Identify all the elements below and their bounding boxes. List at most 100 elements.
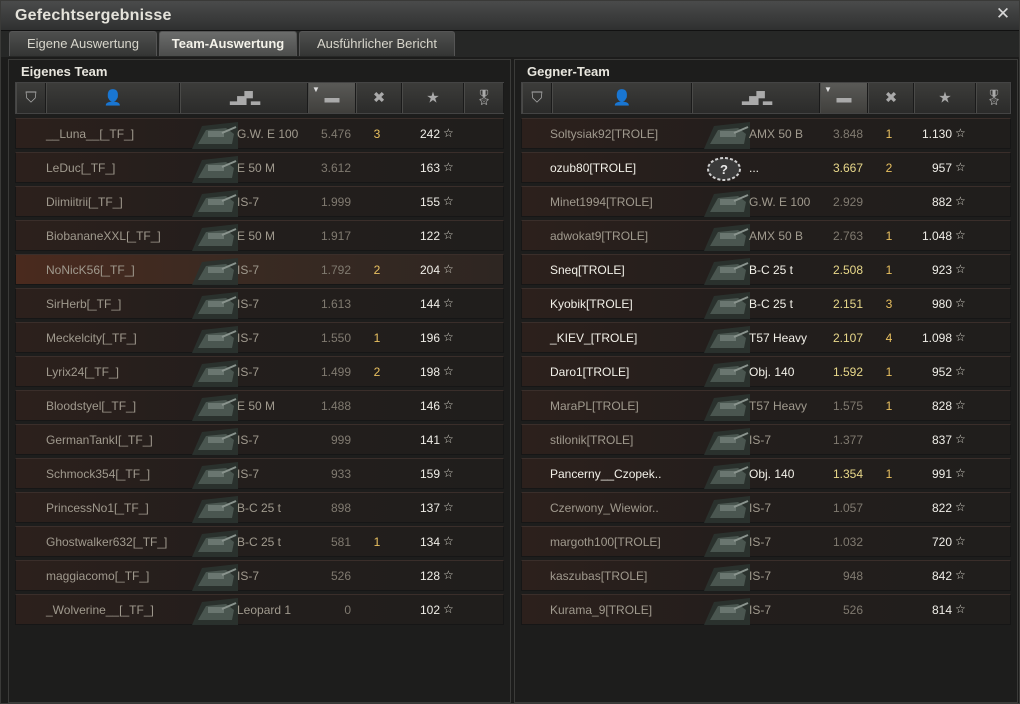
damage-value: 581 [330, 535, 351, 549]
col-damage[interactable]: ▼ ▬ [308, 83, 356, 113]
vehicle-icon [192, 326, 238, 353]
player-icon: 👤 [103, 89, 123, 107]
player-name: Diimiitrii[_TF_] [46, 195, 123, 209]
player-icon: 👤 [612, 89, 632, 107]
table-row[interactable]: Diimiitrii[_TF_] IS-7 1.999 155 ☆ [15, 186, 504, 217]
col-vehicle[interactable]: ▂▅▀▂ [692, 83, 820, 113]
col-frags[interactable]: ✖ [868, 83, 914, 113]
col-medal[interactable]: 🎖 [464, 83, 504, 113]
table-row[interactable]: Schmock354[_TF_] IS-7 933 159 ☆ [15, 458, 504, 489]
table-row[interactable]: Bloodstyel[_TF_] E 50 M 1.488 146 ☆ [15, 390, 504, 421]
vehicle-icon [192, 190, 238, 217]
xp-star-icon: ☆ [443, 330, 454, 344]
player-name: Bloodstyel[_TF_] [46, 399, 137, 413]
player-name: NoNicK56[_TF_] [46, 263, 135, 277]
vehicle-name: B-C 25 t [237, 501, 282, 515]
vehicle-name: IS-7 [237, 331, 260, 345]
table-row[interactable]: Soltysiak92[TROLE] AMX 50 B 3.848 1 1.130 ☆ [521, 118, 1011, 149]
table-row[interactable]: Ghostwalker632[_TF_] B-C 25 t 581 1 134 ☆ [15, 526, 504, 557]
title-bar[interactable]: Gefechtsergebnisse ✕ [1, 1, 1019, 31]
vehicle-icon [192, 258, 238, 285]
table-row[interactable]: kaszubas[TROLE] IS-7 948 842 ☆ [521, 560, 1011, 591]
xp-value: 159 [419, 467, 440, 481]
col-frags[interactable]: ✖ [356, 83, 402, 113]
vehicle-icon [192, 360, 238, 387]
own-team-header: ⛉ 👤 ▂▅▀▂ ▼ ▬ ✖ ★ 🎖 [15, 82, 504, 114]
table-row[interactable]: Sneq[TROLE] B-C 25 t 2.508 1 923 ☆ [521, 254, 1011, 285]
vehicle-name: AMX 50 B [749, 229, 804, 243]
vehicle-name: G.W. E 100 [237, 127, 299, 141]
table-row[interactable]: Lyrix24[_TF_] IS-7 1.499 2 198 ☆ [15, 356, 504, 387]
col-vehicle[interactable]: ▂▅▀▂ [180, 83, 308, 113]
player-name: PrincessNo1[_TF_] [46, 501, 149, 515]
table-row[interactable]: LeDuc[_TF_] E 50 M 3.612 163 ☆ [15, 152, 504, 183]
xp-star-icon: ☆ [443, 262, 454, 276]
xp-star-icon: ☆ [443, 568, 454, 582]
player-name: LeDuc[_TF_] [46, 161, 116, 175]
table-row[interactable]: Minet1994[TROLE] G.W. E 100 2.929 882 ☆ [521, 186, 1011, 217]
table-row[interactable]: Pancerny__Czopek.. Obj. 140 1.354 1 991 ☆ [521, 458, 1011, 489]
col-medal[interactable]: 🎖 [976, 83, 1012, 113]
col-xp[interactable]: ★ [914, 83, 976, 113]
col-player[interactable]: 👤 [552, 83, 692, 113]
table-row[interactable]: Meckelcity[_TF_] IS-7 1.550 1 196 ☆ [15, 322, 504, 353]
xp-value: 1.098 [921, 331, 952, 345]
table-row[interactable]: Kyobik[TROLE] B-C 25 t 2.151 3 980 ☆ [521, 288, 1011, 319]
table-row[interactable]: SirHerb[_TF_] IS-7 1.613 144 ☆ [15, 288, 504, 319]
xp-star-icon: ☆ [443, 466, 454, 480]
frags-value: 2 [373, 365, 381, 379]
own-team-title: Eigenes Team [21, 64, 108, 79]
xp-value: 842 [931, 569, 952, 583]
tab-team-evaluation[interactable]: Team-Auswertung [159, 31, 297, 56]
vehicle-name: IS-7 [237, 365, 260, 379]
col-rank[interactable]: ⛉ [16, 83, 46, 113]
table-row[interactable]: NoNicK56[_TF_] IS-7 1.792 2 204 ☆ [15, 254, 504, 285]
table-row[interactable]: adwokat9[TROLE] AMX 50 B 2.763 1 1.048 ☆ [521, 220, 1011, 251]
player-name: Minet1994[TROLE] [550, 195, 653, 209]
xp-value: 122 [419, 229, 440, 243]
tab-detailed-report[interactable]: Ausführlicher Bericht [299, 31, 455, 56]
vehicle-icon [192, 564, 238, 591]
table-row[interactable]: _KIEV_[TROLE] T57 Heavy 2.107 4 1.098 ☆ [521, 322, 1011, 353]
table-row[interactable]: GermanTankI[_TF_] IS-7 999 141 ☆ [15, 424, 504, 455]
frags-value: 1 [885, 127, 893, 141]
table-row[interactable]: Czerwony_Wiewior.. IS-7 1.057 822 ☆ [521, 492, 1011, 523]
table-row[interactable]: _Wolverine__[_TF_] Leopard 1 0 102 ☆ [15, 594, 504, 625]
table-row[interactable]: stilonik[TROLE] IS-7 1.377 837 ☆ [521, 424, 1011, 455]
close-icon[interactable]: ✕ [993, 4, 1013, 24]
enemy-team-panel: Gegner-Team ⛉ 👤 ▂▅▀▂ ▼ ▬ ✖ ★ 🎖 Soltysiak9… [514, 59, 1018, 703]
frags-value: 1 [885, 467, 893, 481]
col-player[interactable]: 👤 [46, 83, 180, 113]
vehicle-name: IS-7 [749, 603, 772, 617]
damage-value: 2.508 [832, 263, 863, 277]
table-row[interactable]: Daro1[TROLE] Obj. 140 1.592 1 952 ☆ [521, 356, 1011, 387]
col-rank[interactable]: ⛉ [522, 83, 552, 113]
frags-value: 4 [885, 331, 893, 345]
table-row[interactable]: maggiacomo[_TF_] IS-7 526 128 ☆ [15, 560, 504, 591]
damage-value: 1.792 [320, 263, 351, 277]
tab-own-evaluation[interactable]: Eigene Auswertung [9, 31, 157, 56]
table-row[interactable]: margoth100[TROLE] IS-7 1.032 720 ☆ [521, 526, 1011, 557]
xp-value: 822 [931, 501, 952, 515]
xp-value: 957 [931, 161, 952, 175]
damage-value: 1.592 [832, 365, 863, 379]
table-row[interactable]: MaraPL[TROLE] T57 Heavy 1.575 1 828 ☆ [521, 390, 1011, 421]
table-row[interactable]: ozub80[TROLE]?... 3.667 2 957 ☆ [521, 152, 1011, 183]
frags-icon: ✖ [372, 89, 386, 107]
table-row[interactable]: PrincessNo1[_TF_] B-C 25 t 898 137 ☆ [15, 492, 504, 523]
sort-down-icon: ▼ [312, 85, 320, 94]
table-row[interactable]: BiobananeXXL[_TF_] E 50 M 1.917 122 ☆ [15, 220, 504, 251]
table-row[interactable]: __Luna__[_TF_] G.W. E 100 5.476 3 242 ☆ [15, 118, 504, 149]
col-damage[interactable]: ▼ ▬ [820, 83, 868, 113]
player-name: stilonik[TROLE] [550, 433, 634, 447]
table-row[interactable]: Kurama_9[TROLE] IS-7 526 814 ☆ [521, 594, 1011, 625]
vehicle-name: E 50 M [237, 161, 276, 175]
player-name: _Wolverine__[_TF_] [46, 603, 154, 617]
xp-star-icon: ★ [938, 89, 952, 107]
frags-value: 1 [373, 331, 381, 345]
xp-star-icon: ☆ [955, 602, 966, 616]
vehicle-icon [704, 224, 750, 251]
col-xp[interactable]: ★ [402, 83, 464, 113]
vehicle-icon [704, 122, 750, 149]
xp-value: 923 [931, 263, 952, 277]
